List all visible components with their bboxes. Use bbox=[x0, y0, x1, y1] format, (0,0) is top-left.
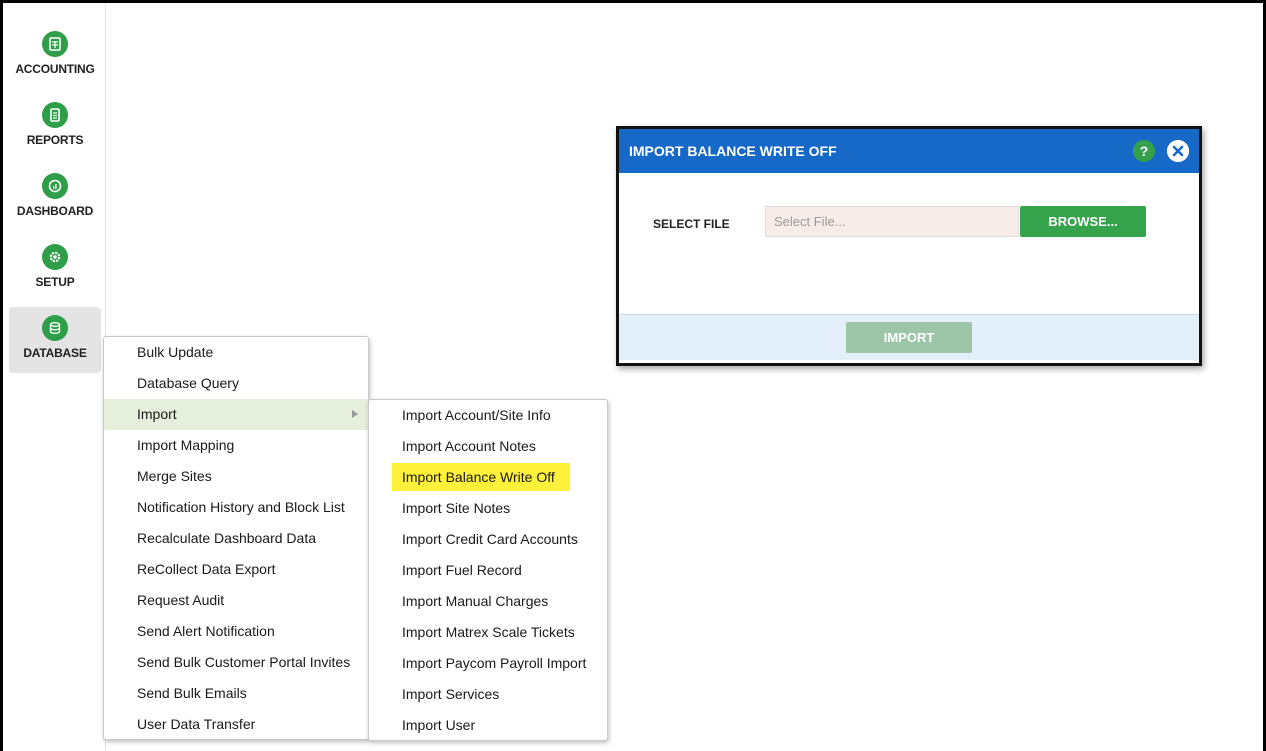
menu-item-recollect-data-export[interactable]: ReCollect Data Export bbox=[104, 554, 368, 585]
browse-button[interactable]: BROWSE... bbox=[1020, 206, 1146, 237]
submenu-item-import-account-notes[interactable]: Import Account Notes bbox=[369, 431, 607, 462]
submenu-item-import-fuel-record[interactable]: Import Fuel Record bbox=[369, 555, 607, 586]
nav-label: DASHBOARD bbox=[16, 204, 94, 218]
submenu-item-import-account-site-info[interactable]: Import Account/Site Info bbox=[369, 400, 607, 431]
select-file-input[interactable] bbox=[765, 206, 1019, 237]
nav-dashboard[interactable]: DASHBOARD bbox=[9, 165, 101, 231]
menu-item-bulk-update[interactable]: Bulk Update bbox=[104, 337, 368, 368]
import-balance-write-off-dialog: IMPORT BALANCE WRITE OFF ? SELECT FILE B… bbox=[616, 126, 1202, 366]
submenu-item-import-matrex-scale-tickets[interactable]: Import Matrex Scale Tickets bbox=[369, 617, 607, 648]
nav-setup[interactable]: SETUP bbox=[9, 236, 101, 302]
menu-item-import[interactable]: Import bbox=[104, 399, 368, 430]
menu-item-send-bulk-emails[interactable]: Send Bulk Emails bbox=[104, 678, 368, 709]
dialog-body: SELECT FILE BROWSE... bbox=[619, 173, 1199, 314]
nav-accounting[interactable]: ACCOUNTING bbox=[9, 23, 101, 89]
nav-database[interactable]: DATABASE bbox=[9, 307, 101, 373]
nav-label: DATABASE bbox=[23, 346, 87, 360]
submenu-item-import-manual-charges[interactable]: Import Manual Charges bbox=[369, 586, 607, 617]
calculator-icon bbox=[42, 31, 68, 57]
menu-item-user-data-transfer[interactable]: User Data Transfer bbox=[104, 709, 368, 740]
gauge-icon bbox=[42, 173, 68, 199]
database-menu: Bulk Update Database Query Import Import… bbox=[103, 336, 369, 740]
menu-item-merge-sites[interactable]: Merge Sites bbox=[104, 461, 368, 492]
submenu-item-import-credit-card-accounts[interactable]: Import Credit Card Accounts bbox=[369, 524, 607, 555]
menu-item-send-portal-invites[interactable]: Send Bulk Customer Portal Invites bbox=[104, 647, 368, 678]
submenu-item-import-user[interactable]: Import User bbox=[369, 710, 607, 741]
menu-item-notification-history[interactable]: Notification History and Block List bbox=[104, 492, 368, 523]
nav-label: SETUP bbox=[35, 275, 75, 289]
import-submenu: Import Account/Site Info Import Account … bbox=[368, 399, 608, 741]
menu-item-database-query[interactable]: Database Query bbox=[104, 368, 368, 399]
menu-item-recalculate-dashboard[interactable]: Recalculate Dashboard Data bbox=[104, 523, 368, 554]
close-icon[interactable] bbox=[1167, 140, 1189, 162]
help-icon[interactable]: ? bbox=[1133, 140, 1155, 162]
menu-item-request-audit[interactable]: Request Audit bbox=[104, 585, 368, 616]
submenu-item-import-site-notes[interactable]: Import Site Notes bbox=[369, 493, 607, 524]
submenu-item-import-paycom-payroll[interactable]: Import Paycom Payroll Import bbox=[369, 648, 607, 679]
nav-label: REPORTS bbox=[26, 133, 84, 147]
submenu-item-label: Import Balance Write Off bbox=[392, 463, 570, 491]
sidebar: ACCOUNTING REPORTS DASHBOARD SETUP DATAB… bbox=[3, 3, 106, 751]
gear-icon bbox=[42, 244, 68, 270]
select-file-label: SELECT FILE bbox=[653, 217, 730, 231]
import-button[interactable]: IMPORT bbox=[846, 322, 972, 353]
chevron-right-icon bbox=[352, 410, 358, 418]
menu-item-label: Import bbox=[137, 406, 177, 422]
menu-item-import-mapping[interactable]: Import Mapping bbox=[104, 430, 368, 461]
nav-reports[interactable]: REPORTS bbox=[9, 94, 101, 160]
submenu-item-import-services[interactable]: Import Services bbox=[369, 679, 607, 710]
document-icon bbox=[42, 102, 68, 128]
dialog-footer: IMPORT bbox=[619, 314, 1199, 360]
database-icon bbox=[42, 315, 68, 341]
dialog-title: IMPORT BALANCE WRITE OFF bbox=[629, 143, 837, 159]
dialog-header: IMPORT BALANCE WRITE OFF ? bbox=[619, 129, 1199, 173]
submenu-item-import-balance-write-off[interactable]: Import Balance Write Off bbox=[369, 462, 607, 493]
menu-item-send-alert-notification[interactable]: Send Alert Notification bbox=[104, 616, 368, 647]
nav-label: ACCOUNTING bbox=[15, 62, 95, 76]
